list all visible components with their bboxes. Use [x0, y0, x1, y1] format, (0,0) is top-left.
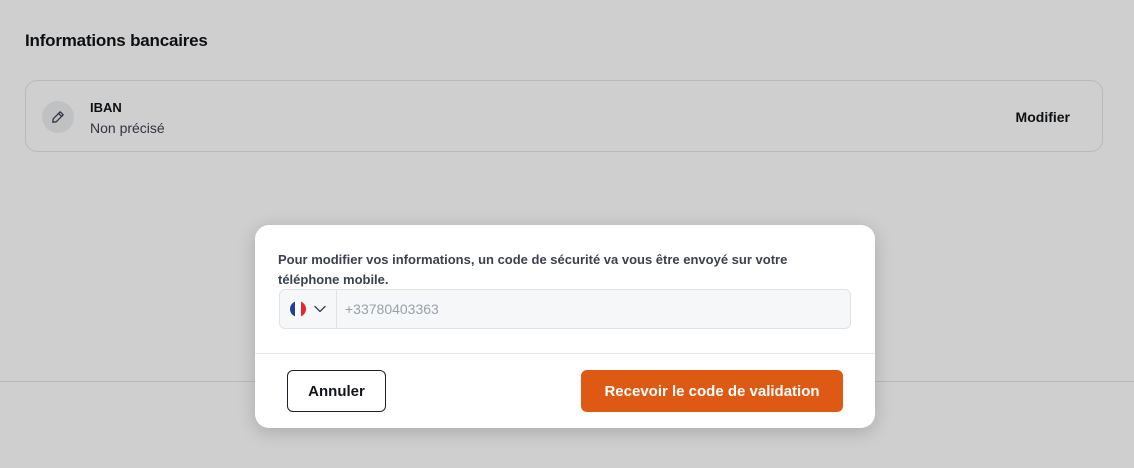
- chevron-down-icon: [314, 305, 326, 313]
- cancel-button[interactable]: Annuler: [287, 370, 386, 412]
- phone-input[interactable]: [337, 290, 850, 328]
- france-flag-icon: [290, 301, 306, 317]
- receive-code-button[interactable]: Recevoir le code de validation: [581, 370, 843, 412]
- phone-field: [279, 289, 851, 329]
- modal-message: Pour modifier vos informations, un code …: [278, 252, 788, 287]
- country-code-select[interactable]: [280, 290, 337, 328]
- modal-divider: [255, 353, 875, 354]
- security-code-modal: Pour modifier vos informations, un code …: [255, 225, 875, 428]
